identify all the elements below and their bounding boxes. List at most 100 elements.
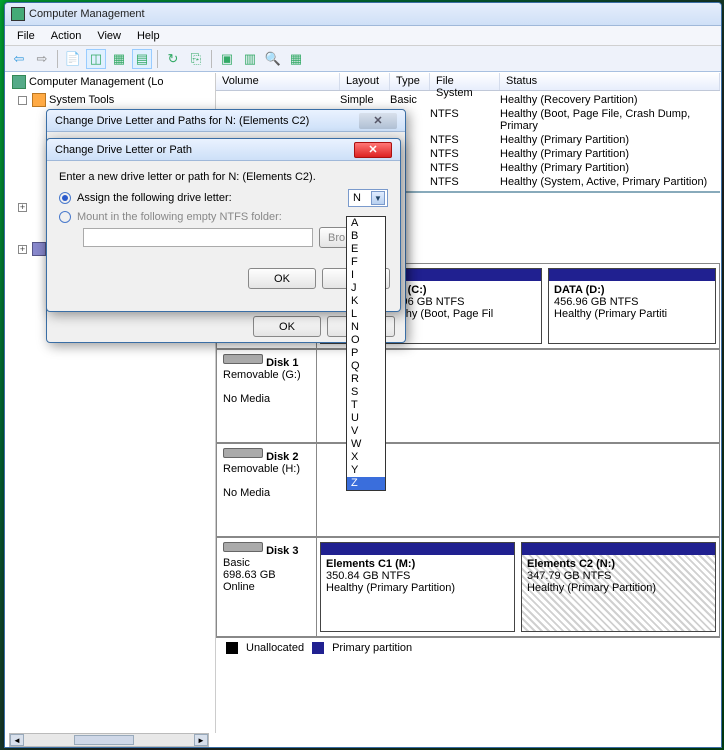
tree-system-tools[interactable]: System Tools [6,91,215,109]
cell: Healthy (Primary Partition) [500,162,720,174]
drive-letter-option-n[interactable]: N [347,321,385,334]
drive-letter-option-o[interactable]: O [347,334,385,347]
ok-button[interactable]: OK [253,316,321,337]
close-icon[interactable]: ✕ [359,113,397,129]
disk-type: Basic [223,557,250,569]
drive-letter-dropdown[interactable]: ABEFIJKLNOPQRSTUVWXYZ [346,216,386,491]
drive-letter-option-w[interactable]: W [347,438,385,451]
titlebar[interactable]: Computer Management [5,3,721,26]
expand-icon[interactable]: + [18,245,27,254]
collapse-icon[interactable] [18,96,27,105]
disk-type: Removable (G:) [223,369,301,381]
disk-media: No Media [223,393,270,405]
detail-icon[interactable]: ▤ [132,49,152,69]
disk1-row[interactable]: Disk 1 Removable (G:) No Media [216,349,720,443]
volume-elements-c2-n[interactable]: Elements C2 (N:) 347.79 GB NTFS Healthy … [521,542,716,632]
tool1-icon[interactable]: ▣ [217,49,237,69]
dialog-title: Change Drive Letter and Paths for N: (El… [55,115,309,127]
legend: Unallocated Primary partition [216,637,720,657]
drive-letter-option-e[interactable]: E [347,243,385,256]
cell: Healthy (Primary Partition) [500,148,720,160]
dialog-titlebar[interactable]: Change Drive Letter and Paths for N: (El… [47,110,405,132]
drive-letter-option-y[interactable]: Y [347,464,385,477]
mount-folder-option[interactable]: Mount in the following empty NTFS folder… [59,211,388,223]
drive-letter-option-i[interactable]: I [347,269,385,282]
assign-letter-label: Assign the following drive letter: [77,192,232,204]
drive-letter-option-u[interactable]: U [347,412,385,425]
col-layout[interactable]: Layout [340,73,390,90]
properties-icon[interactable]: ▦ [109,49,129,69]
drive-letter-option-f[interactable]: F [347,256,385,269]
back-icon[interactable]: ⇦ [9,49,29,69]
tree-system-tools-label: System Tools [49,94,114,106]
radio-icon[interactable] [59,211,71,223]
menu-view[interactable]: View [89,28,129,44]
drive-letter-option-x[interactable]: X [347,451,385,464]
app-icon [11,7,25,21]
drive-letter-option-p[interactable]: P [347,347,385,360]
drive-letter-option-r[interactable]: R [347,373,385,386]
scroll-right-icon[interactable]: ► [194,734,208,746]
drive-letter-option-v[interactable]: V [347,425,385,438]
refresh-icon[interactable]: ↻ [163,49,183,69]
expand-icon[interactable]: + [18,203,27,212]
chevron-down-icon[interactable]: ▼ [371,191,385,205]
drive-letter-option-z[interactable]: Z [347,477,385,490]
volume-elements-c1-m[interactable]: Elements C1 (M:) 350.84 GB NTFS Healthy … [320,542,515,632]
tree-horizontal-scrollbar[interactable]: ◄ ► [9,733,209,747]
volume-row[interactable]: SimpleBasicHealthy (Recovery Partition) [216,93,720,107]
up-icon[interactable]: 📄 [63,49,83,69]
drive-letter-option-q[interactable]: Q [347,360,385,373]
computer-icon [12,75,26,89]
col-volume[interactable]: Volume [216,73,340,90]
disk-icon [223,354,263,364]
volume-body: DATA (D:) 456.96 GB NTFS Healthy (Primar… [549,281,715,323]
export-icon[interactable]: ⎘ [186,49,206,69]
legend-primary: Primary partition [332,642,412,654]
menu-action[interactable]: Action [43,28,90,44]
drive-letter-option-s[interactable]: S [347,386,385,399]
show-hide-icon[interactable]: ◫ [86,49,106,69]
scroll-thumb[interactable] [74,735,134,745]
col-fs[interactable]: File System [430,73,500,90]
disk-media: No Media [223,487,270,499]
cell [430,94,500,106]
folder-path-input [83,228,313,247]
tree-root[interactable]: Computer Management (Lo [6,73,215,91]
ok-button[interactable]: OK [248,268,316,289]
menu-help[interactable]: Help [129,28,168,44]
col-type[interactable]: Type [390,73,430,90]
volume-size: 350.84 GB NTFS [326,570,410,582]
drive-letter-option-k[interactable]: K [347,295,385,308]
forward-icon[interactable]: ⇨ [32,49,52,69]
volume-size: 347.79 GB NTFS [527,570,611,582]
drive-letter-option-l[interactable]: L [347,308,385,321]
window-title: Computer Management [29,8,145,20]
tool2-icon[interactable]: ▥ [240,49,260,69]
dialog-titlebar[interactable]: Change Drive Letter or Path ✕ [47,139,400,161]
drive-letter-option-t[interactable]: T [347,399,385,412]
menu-file[interactable]: File [9,28,43,44]
disk2-row[interactable]: Disk 2 Removable (H:) No Media [216,443,720,537]
drive-letter-option-b[interactable]: B [347,230,385,243]
volume-health: Healthy (Primary Partition) [326,582,455,594]
volume-header [522,543,715,555]
volume-name: DATA (D:) [554,284,605,296]
drive-letter-option-a[interactable]: A [347,217,385,230]
volume-health: Healthy (Primary Partition) [527,582,656,594]
disk3-row[interactable]: Disk 3 Basic 698.63 GB Online Elements C… [216,537,720,637]
cell: NTFS [430,134,500,146]
tool4-icon[interactable]: ▦ [286,49,306,69]
assign-letter-option[interactable]: Assign the following drive letter: N ▼ [59,189,388,207]
col-status[interactable]: Status [500,73,720,90]
close-icon[interactable]: ✕ [354,142,392,158]
disk-icon [223,542,263,552]
drive-letter-option-j[interactable]: J [347,282,385,295]
dialog-title: Change Drive Letter or Path [55,144,192,156]
scroll-left-icon[interactable]: ◄ [10,734,24,746]
volume-data-d[interactable]: DATA (D:) 456.96 GB NTFS Healthy (Primar… [548,268,716,344]
radio-icon[interactable] [59,192,71,204]
drive-letter-combobox[interactable]: N ▼ [348,189,388,207]
tool3-icon[interactable]: 🔍 [263,49,283,69]
volume-health: Healthy (Primary Partiti [554,308,667,320]
